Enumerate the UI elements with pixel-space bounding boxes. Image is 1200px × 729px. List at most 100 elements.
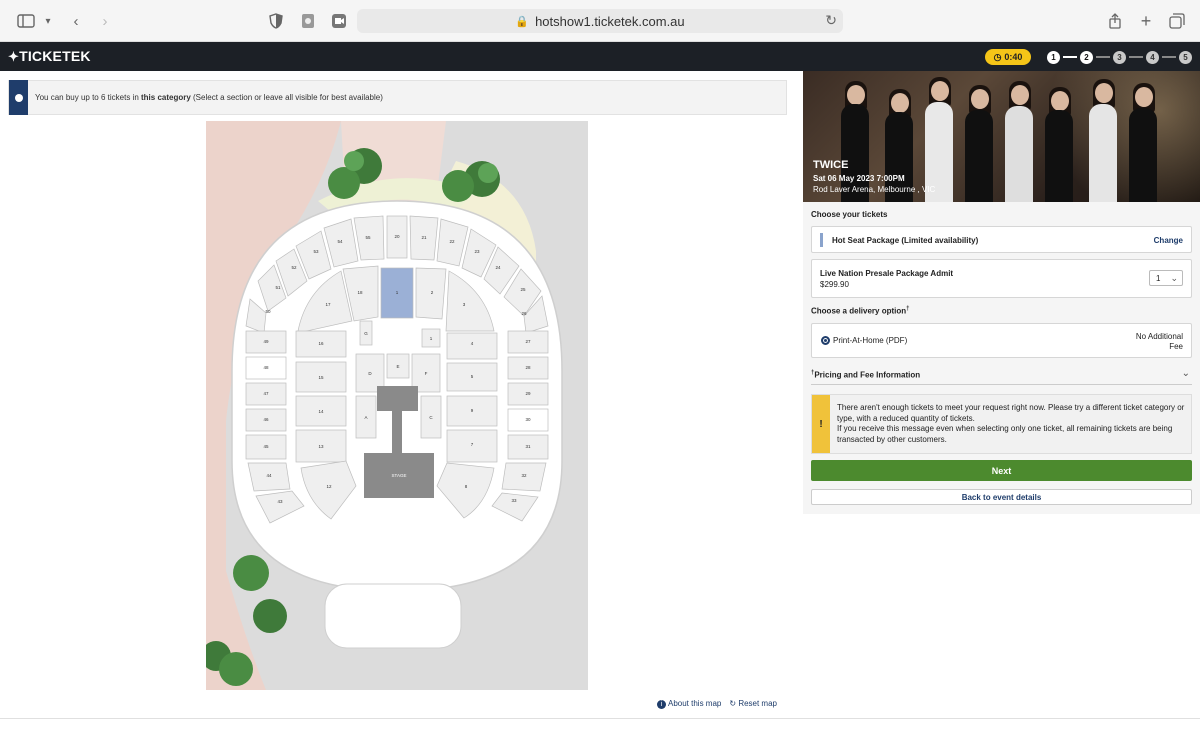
svg-text:25: 25 [520, 287, 526, 292]
pricing-info-toggle[interactable]: †Pricing and Fee Information ⌄ [811, 368, 1192, 385]
delivery-option-label: Print-At-Home (PDF) [833, 336, 908, 345]
shield-icon[interactable] [266, 11, 286, 31]
presale-ticket-card: Live Nation Presale Package Admit $299.9… [811, 259, 1192, 298]
pricing-label: Pricing and Fee Information [814, 370, 921, 380]
svg-text:49: 49 [263, 339, 269, 344]
progress-steps: 1 2 3 4 5 [1047, 50, 1192, 64]
svg-text:20: 20 [394, 234, 400, 239]
clock-icon: ◷ [993, 51, 1002, 62]
info-icon: i [657, 700, 666, 709]
event-venue: Rod Laver Arena, Melbourne , VIC [813, 185, 936, 194]
sidebar-toggle-icon[interactable] [16, 11, 36, 31]
choose-tickets-heading: Choose your tickets [811, 210, 888, 219]
delivery-heading: Choose a delivery option† [811, 306, 910, 316]
svg-text:16: 16 [318, 341, 324, 346]
change-package-link[interactable]: Change [1154, 236, 1183, 245]
svg-text:44: 44 [266, 473, 272, 478]
svg-text:55: 55 [365, 235, 371, 240]
timer-value: 0:40 [1004, 52, 1023, 62]
svg-text:26: 26 [521, 311, 527, 316]
browser-toolbar: ▾ ‹ › 🔒 hotshow1.ticketek.com.au ↻ + [0, 0, 1200, 42]
svg-text:27: 27 [525, 339, 531, 344]
svg-text:48: 48 [263, 365, 269, 370]
ticket-limit-notice: You can buy up to 6 tickets in this cate… [8, 80, 787, 115]
back-arrow-icon[interactable]: ‹ [66, 11, 86, 31]
event-banner: TWICE Sat 06 May 2023 7:00PM Rod Laver A… [803, 71, 1200, 202]
svg-text:13: 13 [318, 444, 324, 449]
reload-icon[interactable]: ↻ [825, 12, 837, 29]
delivery-fee-note: No Additional Fee [1135, 332, 1183, 351]
step-connector [1162, 56, 1176, 58]
chevron-down-icon: ⌄ [1170, 273, 1178, 283]
svg-text:52: 52 [291, 265, 297, 270]
svg-text:51: 51 [275, 285, 281, 290]
svg-text:17: 17 [325, 302, 331, 307]
svg-text:28: 28 [525, 365, 531, 370]
step-5: 5 [1179, 50, 1192, 64]
svg-text:23: 23 [474, 249, 480, 254]
countdown-timer: ◷ 0:40 [985, 49, 1031, 65]
svg-text:12: 12 [326, 484, 332, 489]
reset-map-link[interactable]: ↻ Reset map [729, 699, 777, 709]
svg-text:50: 50 [265, 309, 271, 314]
media-extension-icon[interactable] [329, 11, 349, 31]
delivery-radio[interactable] [821, 336, 830, 345]
svg-text:21: 21 [421, 235, 427, 240]
package-card: Hot Seat Package (Limited availability) … [811, 226, 1192, 253]
availability-warning: ! There aren't enough tickets to meet yo… [811, 394, 1192, 454]
ticket-price: $299.90 [820, 280, 849, 289]
ticket-type-name: Live Nation Presale Package Admit [820, 269, 954, 278]
svg-text:18: 18 [357, 290, 363, 295]
svg-text:14: 14 [318, 409, 324, 414]
step-connector [1063, 56, 1077, 58]
address-bar[interactable]: 🔒 hotshow1.ticketek.com.au ↻ [357, 9, 843, 33]
svg-text:33: 33 [511, 498, 517, 503]
svg-text:31: 31 [525, 444, 531, 449]
svg-text:32: 32 [521, 473, 527, 478]
event-date: Sat 06 May 2023 7:00PM [813, 174, 905, 183]
svg-text:29: 29 [525, 391, 531, 396]
step-2: 2 [1080, 50, 1093, 64]
svg-text:54: 54 [337, 239, 343, 244]
warning-text: There aren't enough tickets to meet your… [837, 403, 1185, 444]
svg-text:53: 53 [313, 249, 319, 254]
next-button[interactable]: Next [811, 460, 1192, 481]
svg-text:47: 47 [263, 391, 269, 396]
package-name: Hot Seat Package (Limited availability) [832, 236, 979, 245]
svg-text:E: E [396, 364, 399, 369]
svg-text:45: 45 [263, 444, 269, 449]
delivery-option-card[interactable]: Print-At-Home (PDF) No Additional Fee [811, 323, 1192, 358]
info-badge [9, 80, 28, 115]
svg-text:22: 22 [449, 239, 455, 244]
new-tab-icon[interactable]: + [1136, 11, 1156, 31]
chevron-down-icon[interactable]: ▾ [38, 11, 58, 31]
step-4: 4 [1146, 50, 1159, 64]
lock-icon: 🔒 [515, 15, 530, 28]
extension-icon[interactable] [298, 11, 318, 31]
back-to-event-button[interactable]: Back to event details [811, 489, 1192, 505]
svg-text:A: A [364, 415, 367, 420]
warning-icon: ! [812, 395, 830, 453]
reset-icon: ↻ [729, 699, 737, 708]
svg-text:24: 24 [495, 265, 501, 270]
svg-text:43: 43 [277, 499, 283, 504]
svg-text:F: F [425, 371, 428, 376]
step-3: 3 [1113, 50, 1126, 64]
about-map-link[interactable]: i About this map [657, 699, 721, 709]
step-1: 1 [1047, 50, 1060, 64]
svg-text:30: 30 [525, 417, 531, 422]
share-icon[interactable] [1105, 11, 1125, 31]
url-text: hotshow1.ticketek.com.au [535, 13, 685, 29]
quantity-select[interactable]: 1 ⌄ [1149, 270, 1183, 286]
svg-text:G: G [364, 331, 368, 336]
ticketek-logo[interactable]: ✦TICKETEK [8, 48, 91, 65]
event-name: TWICE [813, 159, 849, 171]
chevron-down-icon: ⌄ [1181, 368, 1190, 379]
stage-label: STAGE [392, 473, 407, 478]
info-icon [14, 93, 23, 102]
forward-arrow-icon[interactable]: › [95, 11, 115, 31]
svg-text:15: 15 [318, 375, 324, 380]
tab-overview-icon[interactable] [1167, 11, 1187, 31]
seat-map[interactable]: 53 54 55 20 21 22 23 52 24 51 50 49 48 4… [206, 121, 588, 690]
map-links: i About this map ↻ Reset map [657, 699, 777, 709]
